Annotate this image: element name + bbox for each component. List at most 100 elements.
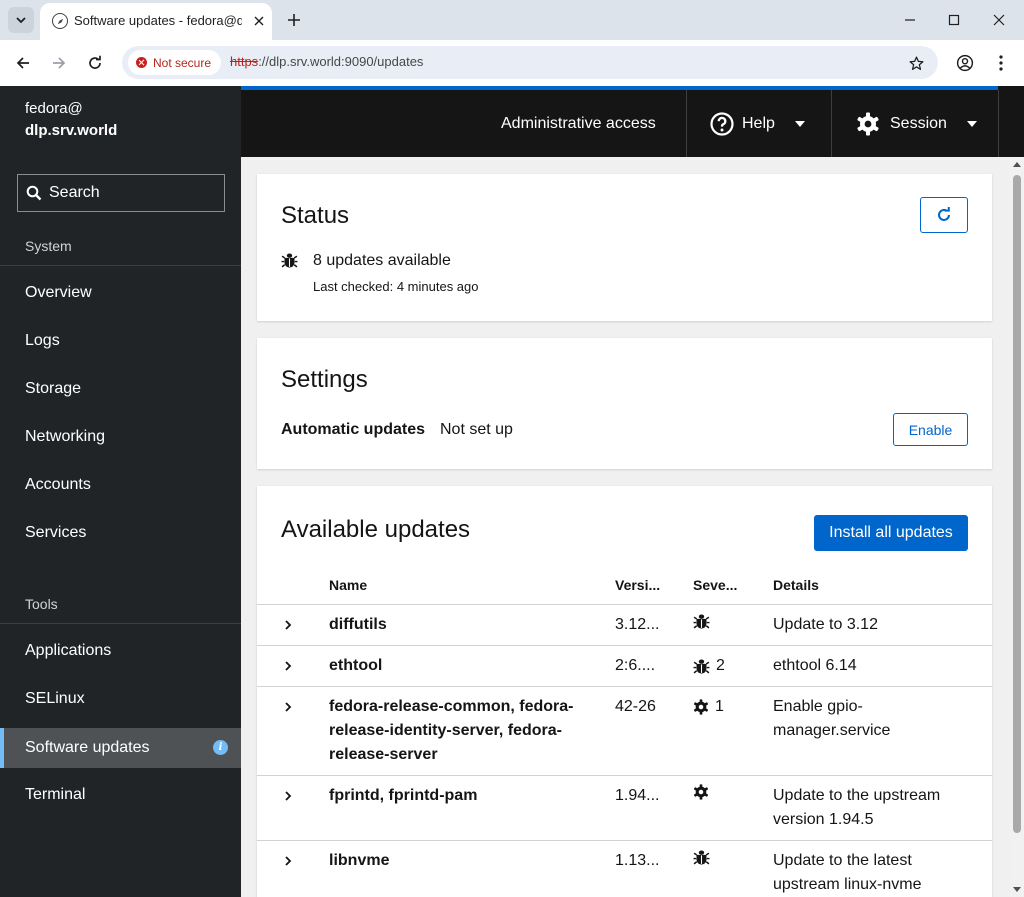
content-scrollbar[interactable] <box>1010 157 1024 897</box>
package-version: 2:6.... <box>615 657 656 674</box>
column-header-version[interactable]: Versi... <box>615 577 660 593</box>
masthead: Administrative access Help Session <box>241 86 1024 157</box>
category-system: System <box>25 238 72 254</box>
sidebar-item-overview[interactable]: Overview <box>0 273 241 313</box>
security-label: Not secure <box>153 55 212 70</box>
minimize-icon <box>905 19 915 21</box>
scroll-down-icon[interactable] <box>1013 887 1021 892</box>
caret-down-icon <box>794 120 805 127</box>
sidebar-search-input[interactable]: Search <box>17 174 225 212</box>
bookmark-button[interactable] <box>906 53 926 73</box>
new-tab-button[interactable] <box>282 8 306 32</box>
session-menu-button[interactable]: Session <box>856 90 977 157</box>
sidebar-item-terminal[interactable]: Terminal <box>0 775 241 815</box>
help-label: Help <box>742 114 775 132</box>
info-icon: i <box>213 740 228 755</box>
sidebar-item-applications[interactable]: Applications <box>0 631 241 671</box>
table-row[interactable]: diffutils 3.12... Update to 3.12 <box>257 604 992 645</box>
tab-search-button[interactable] <box>8 7 34 33</box>
scrollbar-thumb[interactable] <box>1013 175 1021 833</box>
bug-icon <box>281 253 298 268</box>
sidebar-item-label: Software updates <box>25 739 150 756</box>
sidebar-item-services[interactable]: Services <box>0 513 241 553</box>
enable-button[interactable]: Enable <box>893 413 968 446</box>
chevron-right-icon[interactable] <box>283 791 293 801</box>
settings-card: Settings Automatic updates Not set up En… <box>257 338 992 469</box>
security-chip[interactable]: Not secure <box>128 50 222 75</box>
back-button[interactable] <box>10 50 36 76</box>
last-checked-text: Last checked: 4 minutes ago <box>313 279 479 294</box>
package-name: fedora-release-common, fedora-release-id… <box>329 698 574 763</box>
table-row[interactable]: ethtool 2:6.... 2 ethtool 6.14 <box>257 645 992 686</box>
package-name: libnvme <box>329 852 390 869</box>
divider <box>0 265 241 266</box>
divider <box>998 90 999 157</box>
arrow-right-icon <box>53 57 66 69</box>
kebab-menu-icon <box>999 55 1003 71</box>
package-name: diffutils <box>329 616 387 633</box>
gear-icon <box>857 112 879 135</box>
chevron-right-icon[interactable] <box>283 661 293 671</box>
bug-icon <box>693 850 710 865</box>
tab-close-button[interactable] <box>250 12 268 30</box>
chevron-right-icon[interactable] <box>283 620 293 630</box>
url-text: https://dlp.srv.world:9090/updates <box>230 54 424 69</box>
minimize-button[interactable] <box>897 8 923 32</box>
table-row[interactable]: fprintd, fprintd-pam 1.94... Update to t… <box>257 775 992 840</box>
sidebar-item-accounts[interactable]: Accounts <box>0 465 241 505</box>
browser-tab-active[interactable]: Software updates - fedora@dlp <box>40 3 272 40</box>
package-severity <box>693 784 753 800</box>
help-menu-button[interactable]: Help <box>710 90 805 157</box>
column-header-details[interactable]: Details <box>773 577 819 593</box>
administrative-access-button[interactable]: Administrative access <box>501 90 656 157</box>
sidebar-item-software-updates[interactable]: Software updates i <box>0 728 241 768</box>
reload-icon <box>89 55 101 69</box>
package-details: Update to the latest upstream linux-nvme <box>773 852 922 893</box>
table-row[interactable]: fedora-release-common, fedora-release-id… <box>257 686 992 775</box>
automatic-updates-label: Automatic updates <box>281 421 426 438</box>
package-details: Enable gpio-manager.service <box>773 698 891 739</box>
column-header-name[interactable]: Name <box>329 577 367 593</box>
divider <box>831 90 832 157</box>
chevron-down-icon <box>16 17 26 24</box>
package-severity <box>693 613 753 630</box>
sidebar: fedora@ dlp.srv.world Search System Over… <box>0 86 241 897</box>
browser-tabstrip: Software updates - fedora@dlp <box>0 0 1024 40</box>
package-name: ethtool <box>329 657 383 674</box>
close-icon <box>993 14 1005 26</box>
sidebar-item-selinux[interactable]: SELinux <box>0 679 241 719</box>
maximize-icon <box>948 14 960 26</box>
settings-title: Settings <box>281 366 368 393</box>
address-bar[interactable]: Not secure https://dlp.srv.world:9090/up… <box>122 46 938 79</box>
package-version: 3.12... <box>615 616 660 633</box>
search-placeholder: Search <box>49 184 100 201</box>
install-all-updates-button[interactable]: Install all updates <box>814 515 968 551</box>
chevron-right-icon[interactable] <box>283 856 293 866</box>
sidebar-item-storage[interactable]: Storage <box>0 369 241 409</box>
table-row[interactable]: libnvme 1.13... Update to the latest ups… <box>257 840 992 897</box>
main-content: Status 8 updates available Last checked:… <box>241 157 1024 897</box>
close-icon <box>254 16 264 26</box>
category-tools: Tools <box>25 596 58 612</box>
forward-button[interactable] <box>46 50 72 76</box>
package-details: Update to the upstream version 1.94.5 <box>773 787 941 828</box>
session-label: Session <box>890 114 947 132</box>
refresh-button[interactable] <box>920 197 968 233</box>
browser-menu-button[interactable] <box>988 50 1014 76</box>
package-version: 1.13... <box>615 852 660 869</box>
divider <box>686 90 687 157</box>
sidebar-item-networking[interactable]: Networking <box>0 417 241 457</box>
maximize-button[interactable] <box>941 8 967 32</box>
star-icon <box>908 55 924 70</box>
automatic-updates-value: Not set up <box>440 421 513 438</box>
sidebar-item-logs[interactable]: Logs <box>0 321 241 361</box>
close-window-button[interactable] <box>986 8 1012 32</box>
tab-title: Software updates - fedora@dlp <box>74 13 242 28</box>
host-switcher[interactable]: fedora@ dlp.srv.world <box>25 98 117 142</box>
reload-button[interactable] <box>82 50 108 76</box>
column-header-severity[interactable]: Seve... <box>693 577 737 593</box>
scroll-up-icon[interactable] <box>1013 162 1021 167</box>
compass-icon <box>52 13 68 29</box>
chevron-right-icon[interactable] <box>283 702 293 712</box>
profile-button[interactable] <box>952 50 978 76</box>
